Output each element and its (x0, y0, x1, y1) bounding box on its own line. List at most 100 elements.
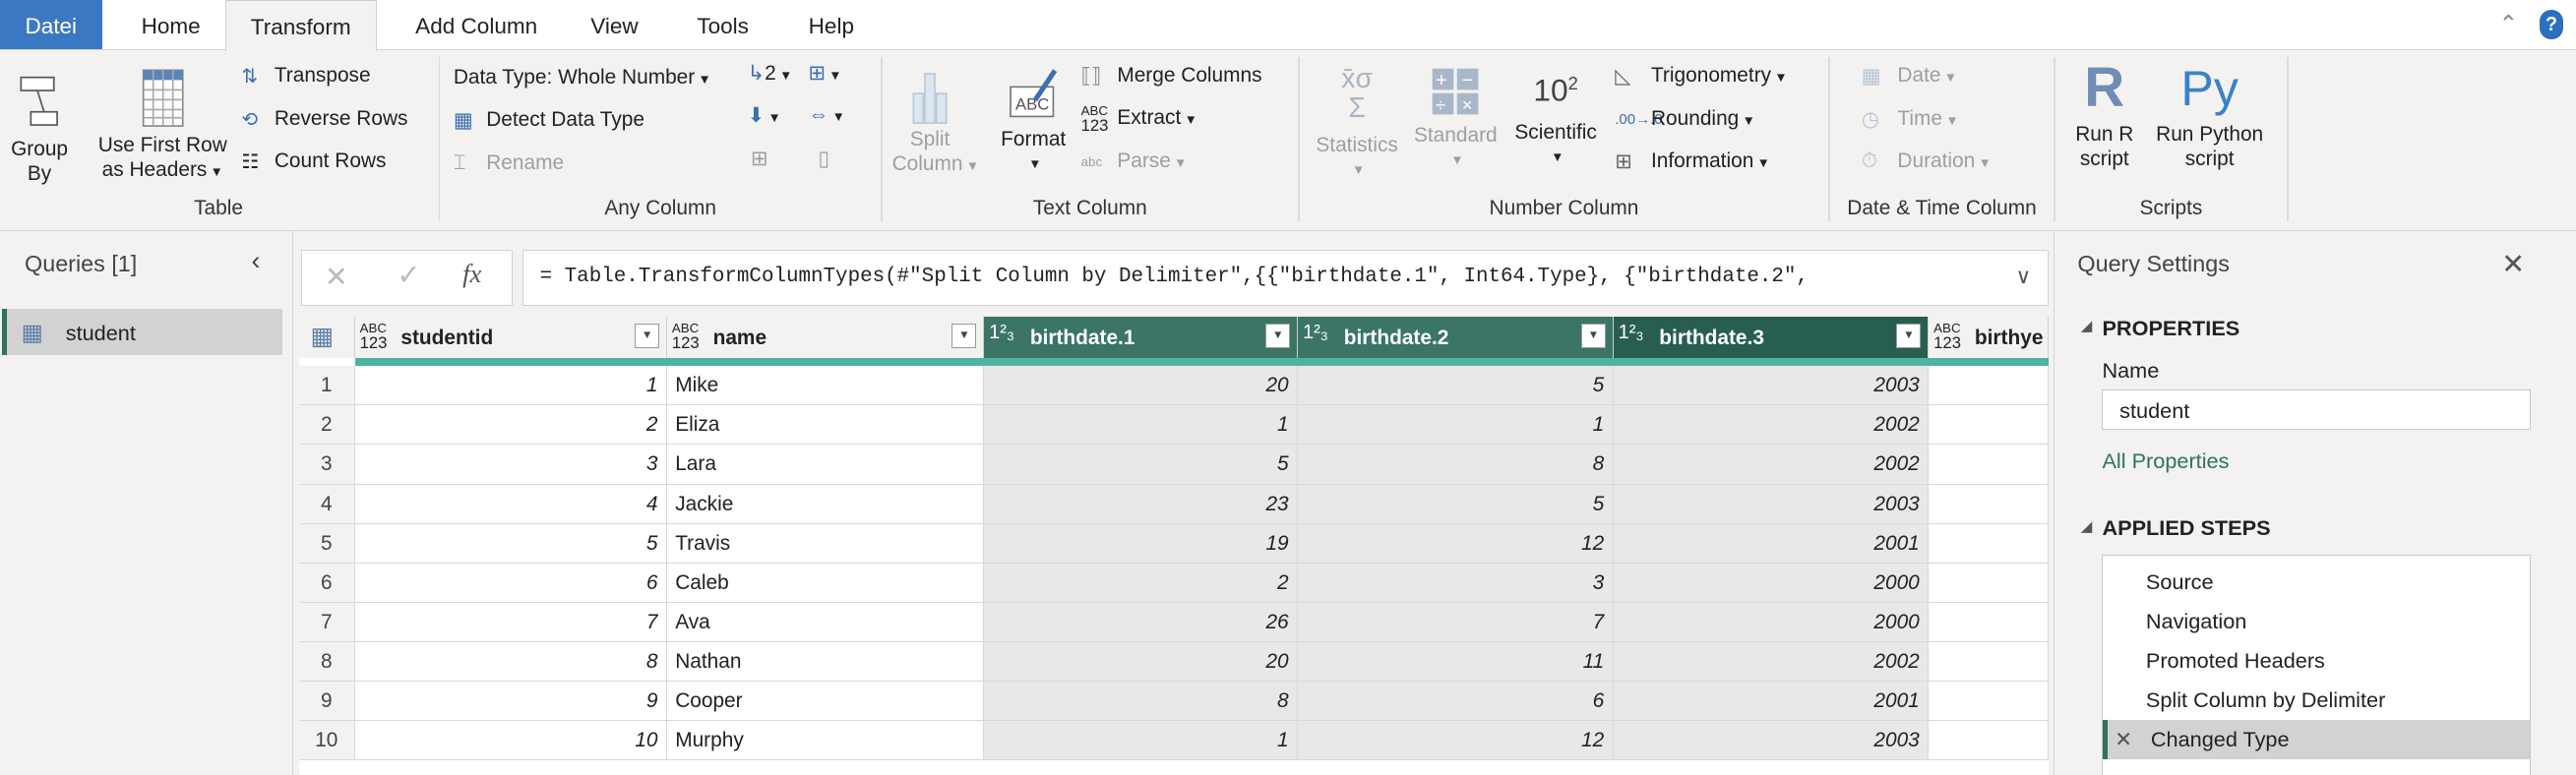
group-by-button[interactable]: Group By (7, 71, 73, 186)
row-number[interactable]: 6 (298, 563, 355, 603)
table-cell[interactable] (1929, 563, 2050, 603)
merge-columns-button[interactable]: ⟦⟧ Merge Columns (1081, 64, 1262, 89)
table-cell[interactable]: 2003 (1613, 484, 1930, 524)
table-cell[interactable]: Travis (666, 523, 985, 564)
table-cell[interactable]: 2001 (1613, 681, 1930, 721)
row-number[interactable]: 7 (298, 602, 355, 642)
table-cell[interactable]: Eliza (666, 405, 985, 446)
whole-number-type-icon[interactable]: 1²₃ (1303, 323, 1328, 342)
parse-button[interactable]: abc Parse ▼ (1081, 149, 1188, 173)
table-cell[interactable]: 2000 (1613, 563, 1930, 603)
row-number[interactable]: 3 (298, 445, 355, 485)
applied-step[interactable]: Source✲ (2103, 563, 2530, 602)
table-cell[interactable] (1929, 523, 2050, 564)
convert-to-list-button[interactable]: ▯ (818, 147, 828, 171)
column-header-birthdate-1[interactable]: 1²₃ birthdate.1 ▼ (984, 317, 1298, 358)
table-cell[interactable]: Lara (666, 445, 985, 485)
row-number[interactable]: 9 (298, 681, 355, 721)
transpose-button[interactable]: ⇅ Transpose (241, 64, 370, 89)
filter-dropdown-icon[interactable]: ▼ (635, 323, 660, 348)
table-cell[interactable]: Caleb (666, 563, 985, 603)
run-python-script-button[interactable]: Py Run Python script (2146, 56, 2274, 171)
table-cell[interactable]: 19 (984, 523, 1298, 564)
table-cell[interactable]: 2002 (1613, 405, 1930, 446)
table-cell[interactable] (1929, 366, 2050, 406)
query-name-input[interactable]: student (2102, 388, 2532, 431)
table-cell[interactable]: 1 (1298, 405, 1614, 446)
table-cell[interactable]: Jackie (666, 484, 985, 524)
table-cell[interactable] (1929, 681, 2050, 721)
date-button[interactable]: ▦ Date ▼ (1862, 64, 1957, 89)
filter-dropdown-icon[interactable]: ▼ (1265, 323, 1291, 348)
query-item-student[interactable]: ▦ student (1, 308, 283, 355)
data-type-dropdown[interactable]: Data Type: Whole Number ▼ (454, 66, 711, 89)
commit-icon[interactable]: ✓ (397, 259, 420, 292)
collapse-triangle-icon[interactable]: ◢ (2081, 317, 2093, 334)
table-cell[interactable]: 5 (984, 445, 1298, 485)
whole-number-type-icon[interactable]: 1²₃ (989, 323, 1014, 342)
split-column-button[interactable]: Split Column ▼ (892, 64, 979, 178)
filter-dropdown-icon[interactable]: ▼ (1580, 323, 1606, 348)
collapse-queries-icon[interactable]: ‹ (251, 246, 260, 276)
table-cell[interactable]: 26 (984, 602, 1298, 642)
row-number[interactable]: 5 (298, 523, 355, 564)
table-cell[interactable]: 8 (1298, 445, 1614, 485)
table-cell[interactable]: Nathan (666, 641, 985, 682)
any-type-icon[interactable]: ABC 123 (360, 321, 388, 351)
tab-transform[interactable]: Transform (224, 0, 377, 52)
close-icon[interactable]: ✕ (2501, 248, 2525, 281)
table-cell[interactable]: 4 (354, 484, 667, 524)
filter-dropdown-icon[interactable]: ▼ (1896, 323, 1922, 348)
tab-tools[interactable]: Tools (680, 0, 766, 49)
unpivot-button[interactable]: ⊞ ▼ (808, 61, 841, 86)
table-cell[interactable]: 2003 (1613, 366, 1930, 406)
table-cell[interactable]: 9 (354, 681, 667, 721)
table-cell[interactable]: 2003 (1613, 720, 1930, 761)
extract-button[interactable]: ABC 123 Extract ▼ (1081, 103, 1197, 134)
row-number[interactable]: 4 (298, 484, 355, 524)
applied-step[interactable]: Split Column by Delimiter✲ (2103, 681, 2530, 720)
table-cell[interactable]: 2000 (1613, 602, 1930, 642)
table-cell[interactable]: 6 (354, 563, 667, 603)
replace-values-button[interactable]: ↳2 ▼ (748, 61, 793, 86)
tab-help[interactable]: Help (795, 0, 867, 49)
table-cell[interactable]: 20 (984, 641, 1298, 682)
help-icon[interactable]: ? (2540, 10, 2563, 40)
detect-data-type-button[interactable]: ▦ Detect Data Type (454, 108, 644, 133)
run-r-script-button[interactable]: R Run R script (2063, 56, 2145, 171)
column-header-birthdate-2[interactable]: 1²₃ birthdate.2 ▼ (1298, 317, 1614, 358)
table-cell[interactable]: 1 (354, 366, 667, 406)
table-cell[interactable]: 5 (1298, 366, 1614, 406)
pivot-column-button[interactable]: ⊞ (751, 147, 767, 171)
table-cell[interactable]: 23 (984, 484, 1298, 524)
row-number[interactable]: 8 (298, 641, 355, 682)
table-cell[interactable]: 7 (354, 602, 667, 642)
statistics-button[interactable]: x̄σ Σ Statistics ▼ (1310, 64, 1405, 182)
table-cell[interactable]: 3 (1298, 563, 1614, 603)
table-cell[interactable] (1929, 720, 2050, 761)
time-button[interactable]: ◷ Time ▼ (1862, 107, 1959, 132)
table-cell[interactable]: Ava (666, 602, 985, 642)
collapse-triangle-icon[interactable]: ◢ (2081, 517, 2093, 535)
duration-button[interactable]: ⏱ Duration ▼ (1862, 149, 1992, 173)
information-button[interactable]: ⊞ Information ▼ (1615, 149, 1770, 174)
move-button[interactable]: ⇔ ▼ (808, 103, 844, 127)
table-cell[interactable]: 3 (354, 445, 667, 485)
standard-button[interactable]: + − ÷ × Standard ▼ (1408, 67, 1503, 172)
table-cell[interactable]: 2 (354, 405, 667, 446)
table-cell[interactable]: 8 (984, 681, 1298, 721)
table-cell[interactable]: 7 (1298, 602, 1614, 642)
applied-step[interactable]: Promoted Headers✲ (2103, 641, 2530, 681)
applied-step[interactable]: Navigation✲ (2103, 602, 2530, 641)
use-first-row-as-headers-button[interactable]: Use First Row as Headers ▼ (91, 67, 235, 184)
fx-icon[interactable]: fx (462, 259, 481, 289)
table-cell[interactable]: 2001 (1613, 523, 1930, 564)
count-rows-button[interactable]: ☷ Count Rows (241, 149, 386, 174)
rename-button[interactable]: ⌶ Rename (454, 151, 564, 175)
table-menu-button[interactable]: ▦ (298, 317, 355, 358)
collapse-ribbon-icon[interactable]: ⌃ (2499, 10, 2519, 37)
table-cell[interactable] (1929, 602, 2050, 642)
table-cell[interactable]: 12 (1298, 720, 1614, 761)
table-cell[interactable]: 5 (354, 523, 667, 564)
table-cell[interactable]: Murphy (666, 720, 985, 761)
